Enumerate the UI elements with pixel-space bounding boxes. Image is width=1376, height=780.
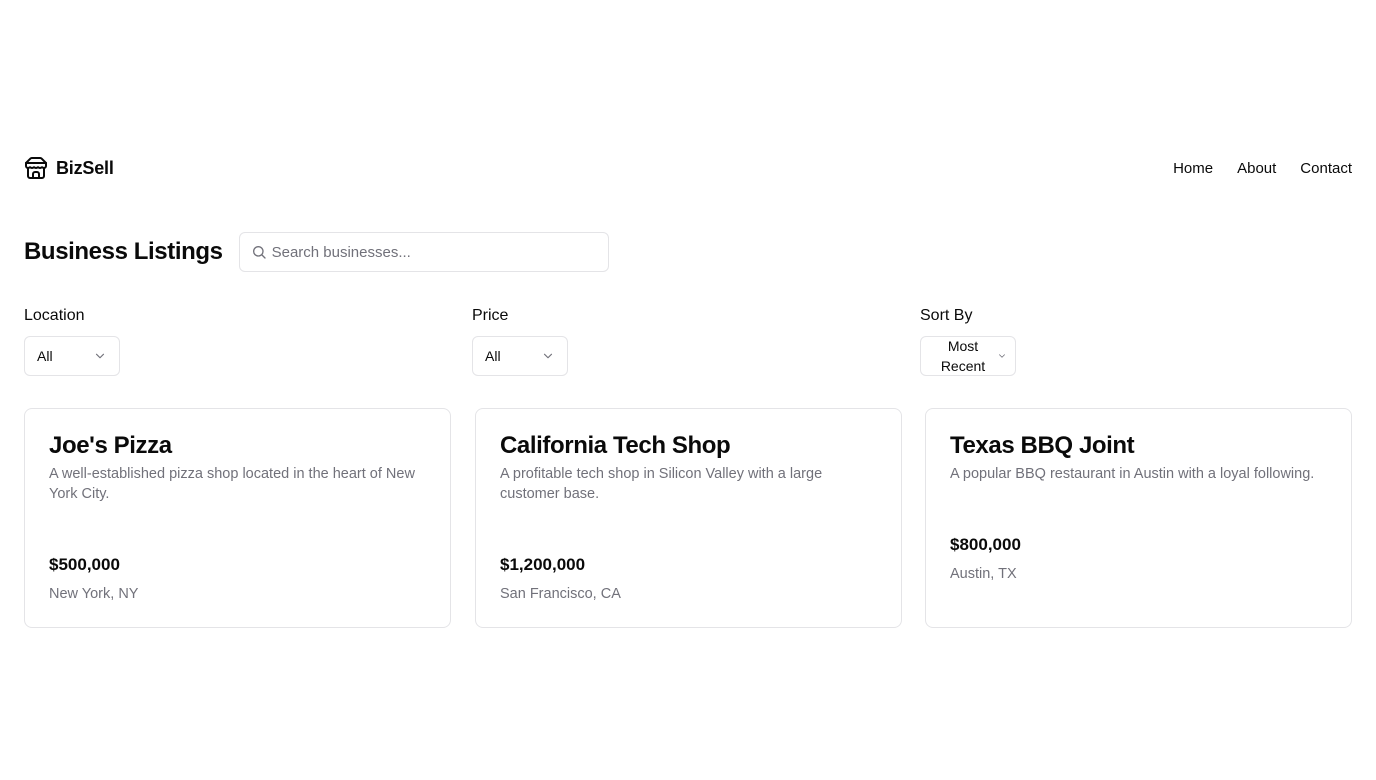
page-title: Business Listings xyxy=(24,238,223,265)
listing-description: A popular BBQ restaurant in Austin with … xyxy=(950,466,1315,482)
nav-contact-link[interactable]: Contact xyxy=(1300,160,1352,177)
listing-description: A profitable tech shop in Silicon Valley… xyxy=(500,466,823,502)
title-row: Business Listings xyxy=(24,232,609,272)
listing-card[interactable]: Joe's Pizza A well-established pizza sho… xyxy=(24,408,451,628)
sort-select-value: Most Recent xyxy=(940,338,986,374)
listing-price: $500,000 xyxy=(49,555,120,574)
listing-title: California Tech Shop xyxy=(500,432,731,459)
price-select-value: All xyxy=(485,348,501,364)
listing-price: $800,000 xyxy=(950,535,1021,554)
chevron-down-icon xyxy=(999,354,1005,358)
chevron-down-icon xyxy=(543,353,553,359)
sort-filter: Sort By Most Recent xyxy=(920,306,1016,376)
listing-title: Joe's Pizza xyxy=(49,432,172,459)
listing-card[interactable]: Texas BBQ Joint A popular BBQ restaurant… xyxy=(925,408,1352,628)
sort-filter-label: Sort By xyxy=(920,307,973,324)
search-icon xyxy=(252,246,266,259)
store-icon xyxy=(24,156,48,180)
location-select-value: All xyxy=(37,348,53,364)
listing-location: New York, NY xyxy=(49,586,139,602)
listing-location: Austin, TX xyxy=(950,566,1017,582)
listing-title: Texas BBQ Joint xyxy=(950,432,1135,459)
brand-name: BizSell xyxy=(56,157,114,178)
nav-about-link[interactable]: About xyxy=(1237,160,1276,177)
location-filter-label: Location xyxy=(24,307,85,324)
price-filter-label: Price xyxy=(472,307,509,324)
chevron-down-icon xyxy=(95,353,105,359)
sort-select[interactable]: Most Recent xyxy=(920,336,1016,376)
listing-description: A well-established pizza shop located in… xyxy=(49,466,415,502)
location-select[interactable]: All xyxy=(24,336,120,376)
price-filter: Price All xyxy=(472,306,568,376)
price-select[interactable]: All xyxy=(472,336,568,376)
main-nav: Home About Contact xyxy=(1173,160,1352,177)
search-box xyxy=(238,232,609,272)
brand[interactable]: BizSell xyxy=(24,156,114,180)
site-header: BizSell Home About Contact xyxy=(24,152,1352,184)
listing-price: $1,200,000 xyxy=(500,555,586,574)
listing-card[interactable]: California Tech Shop A profitable tech s… xyxy=(475,408,902,628)
search-input[interactable] xyxy=(239,233,608,271)
listing-location: San Francisco, CA xyxy=(500,586,621,602)
location-filter: Location All xyxy=(24,306,120,376)
nav-home-link[interactable]: Home xyxy=(1173,160,1213,177)
